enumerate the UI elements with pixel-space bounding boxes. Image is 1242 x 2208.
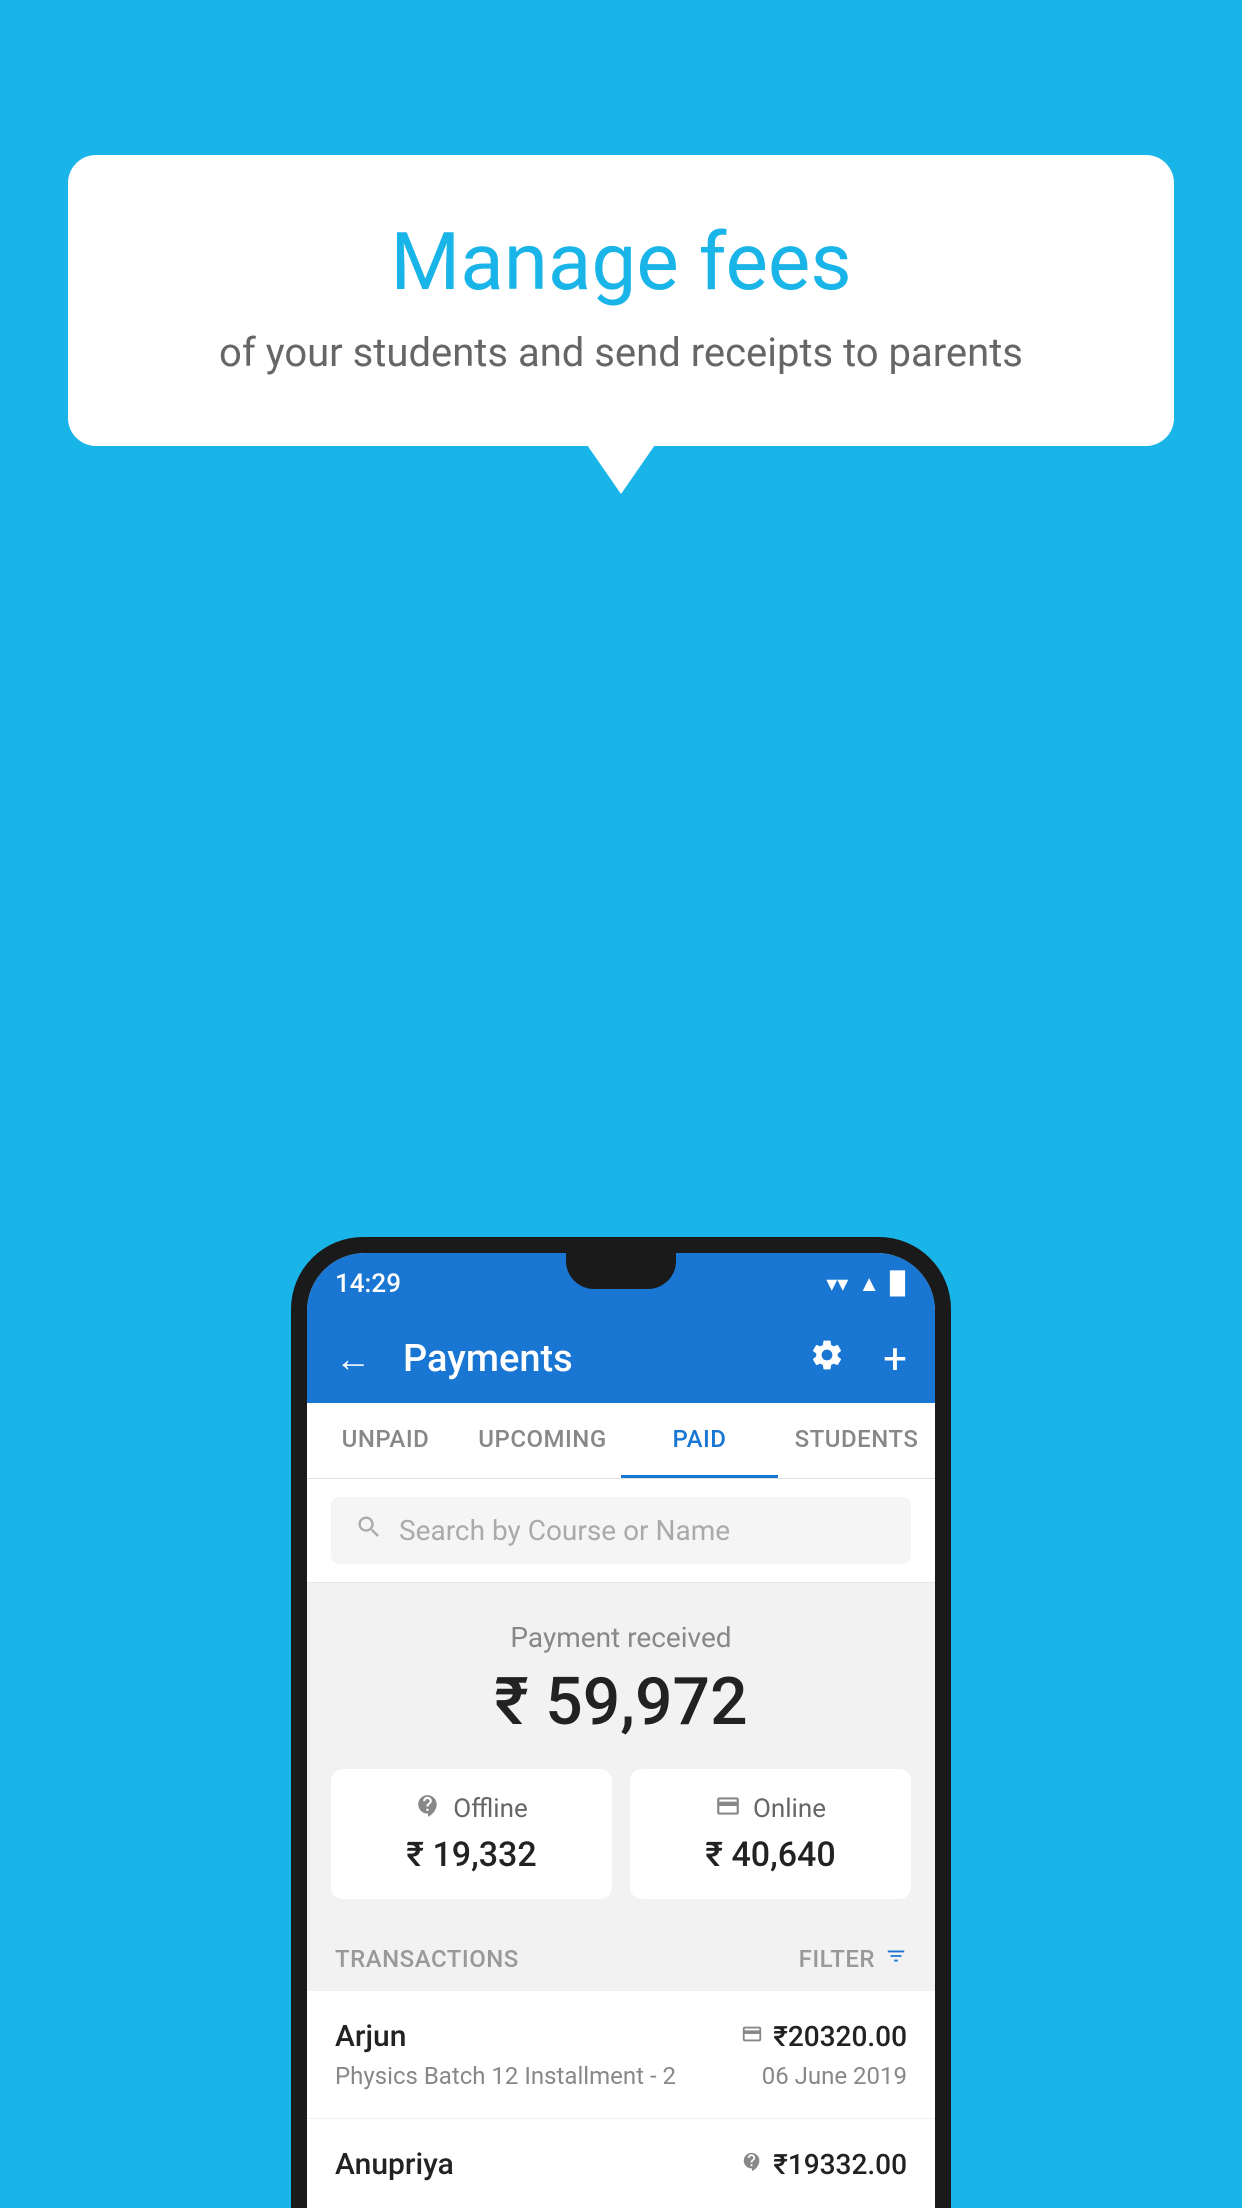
- bubble-subtitle: of your students and send receipts to pa…: [148, 329, 1094, 376]
- filter-label: FILTER: [799, 1945, 875, 1973]
- status-bar: 14:29 ▾▾ ▲ ▉: [307, 1253, 935, 1315]
- bubble-title: Manage fees: [148, 215, 1094, 309]
- tab-students[interactable]: STUDENTS: [778, 1403, 935, 1478]
- battery-icon: ▉: [890, 1272, 907, 1297]
- transactions-header: TRANSACTIONS FILTER: [307, 1927, 935, 1991]
- transaction-top-2: Anupriya ₹19332.00: [335, 2147, 907, 2182]
- tabs-container: UNPAID UPCOMING PAID STUDENTS: [307, 1403, 935, 1479]
- transactions-label: TRANSACTIONS: [335, 1945, 519, 1973]
- tab-unpaid[interactable]: UNPAID: [307, 1403, 464, 1478]
- offline-amount: ₹ 19,332: [406, 1835, 536, 1875]
- transaction-payment-icon: [741, 2023, 763, 2051]
- transaction-row-partial[interactable]: Anupriya ₹19332.00: [307, 2119, 935, 2208]
- offline-card: Offline ₹ 19,332: [331, 1769, 612, 1899]
- transaction-course: Physics Batch 12 Installment - 2: [335, 2062, 676, 2090]
- online-icon: [715, 1793, 741, 1825]
- offline-card-header: Offline: [415, 1793, 528, 1825]
- wifi-icon: ▾▾: [826, 1272, 848, 1297]
- signal-icon: ▲: [858, 1271, 880, 1297]
- notch: [566, 1253, 676, 1289]
- online-card-header: Online: [715, 1793, 826, 1825]
- online-label: Online: [753, 1794, 826, 1824]
- phone-inner: 14:29 ▾▾ ▲ ▉ ← Payments +: [307, 1253, 935, 2208]
- transaction-bottom: Physics Batch 12 Installment - 2 06 June…: [335, 2062, 907, 2090]
- settings-button[interactable]: [809, 1337, 845, 1382]
- payment-section: Payment received ₹ 59,972 Offline ₹ 1: [307, 1583, 935, 1927]
- status-time: 14:29: [335, 1269, 401, 1299]
- transaction-amount-wrapper: ₹20320.00: [741, 2020, 907, 2053]
- online-card: Online ₹ 40,640: [630, 1769, 911, 1899]
- status-icons: ▾▾ ▲ ▉: [826, 1271, 907, 1297]
- add-button[interactable]: +: [883, 1335, 907, 1384]
- payment-received-label: Payment received: [331, 1621, 911, 1654]
- filter-button[interactable]: FILTER: [799, 1945, 907, 1973]
- app-header: ← Payments +: [307, 1315, 935, 1403]
- header-title: Payments: [403, 1337, 789, 1381]
- speech-bubble-container: Manage fees of your students and send re…: [68, 155, 1174, 446]
- transaction-top: Arjun ₹20320.00: [335, 2019, 907, 2054]
- online-amount: ₹ 40,640: [705, 1835, 835, 1875]
- payment-cards: Offline ₹ 19,332 Online: [331, 1769, 911, 1899]
- transaction-amount: ₹20320.00: [773, 2020, 907, 2053]
- transaction-row[interactable]: Arjun ₹20320.00 Physics Batch 12 Install…: [307, 1991, 935, 2119]
- transaction-payment-icon-2: [741, 2151, 763, 2179]
- transaction-name-2: Anupriya: [335, 2147, 454, 2182]
- speech-bubble: Manage fees of your students and send re…: [68, 155, 1174, 446]
- search-input-wrapper[interactable]: Search by Course or Name: [331, 1497, 911, 1564]
- payment-total-amount: ₹ 59,972: [331, 1664, 911, 1741]
- transaction-amount-2: ₹19332.00: [773, 2148, 907, 2181]
- transaction-date: 06 June 2019: [762, 2062, 907, 2090]
- phone-outer: 14:29 ▾▾ ▲ ▉ ← Payments +: [291, 1237, 951, 2208]
- back-button[interactable]: ←: [335, 1338, 371, 1380]
- search-icon: [355, 1513, 383, 1548]
- search-placeholder-text: Search by Course or Name: [399, 1514, 730, 1547]
- tab-paid[interactable]: PAID: [621, 1403, 778, 1478]
- search-container: Search by Course or Name: [307, 1479, 935, 1583]
- offline-label: Offline: [453, 1794, 528, 1824]
- tab-upcoming[interactable]: UPCOMING: [464, 1403, 621, 1478]
- transaction-amount-wrapper-2: ₹19332.00: [741, 2148, 907, 2181]
- offline-icon: [415, 1793, 441, 1825]
- filter-icon: [885, 1945, 907, 1973]
- transaction-name: Arjun: [335, 2019, 406, 2054]
- phone-mockup: 14:29 ▾▾ ▲ ▉ ← Payments +: [291, 1237, 951, 2208]
